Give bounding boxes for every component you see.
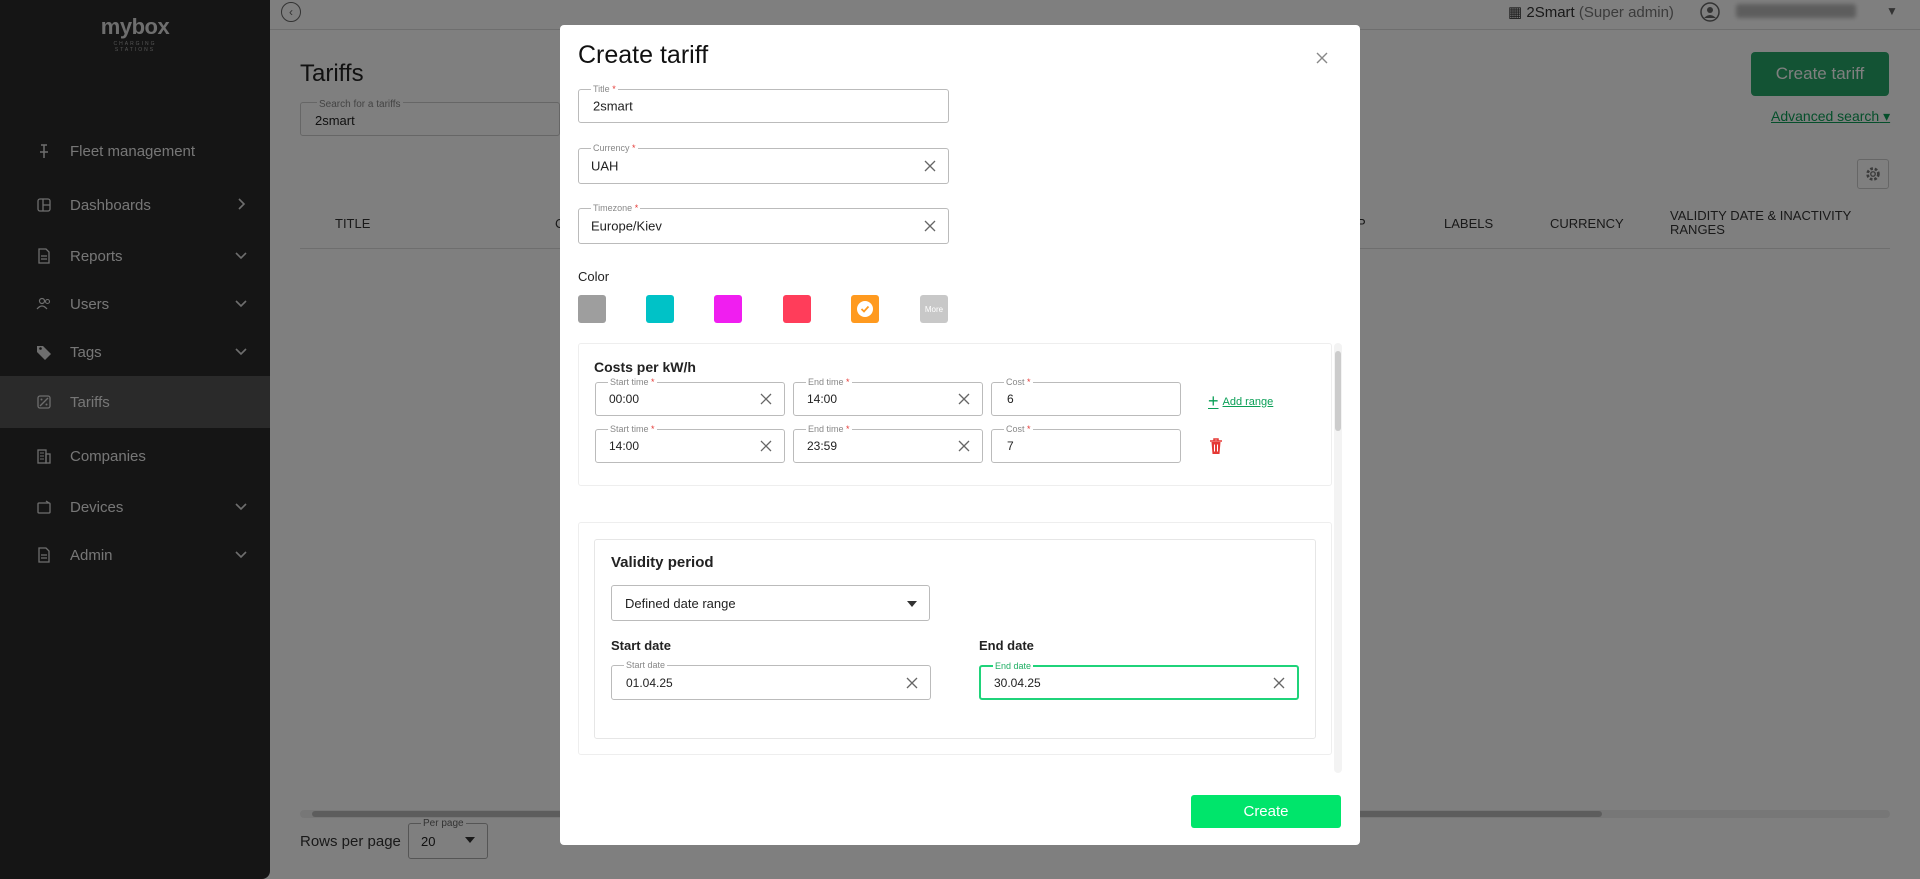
label-text: End time	[808, 377, 844, 387]
end-date-field[interactable]: End date 30.04.25	[979, 661, 1299, 700]
dialog-title: Create tariff	[578, 41, 709, 69]
cost-field[interactable]: Cost * 7	[991, 424, 1181, 463]
color-swatch-orange-selected[interactable]	[851, 295, 879, 323]
label-text: Start time	[610, 424, 649, 434]
cost-label: Cost *	[1004, 424, 1033, 434]
title-field[interactable]: Title * 2smart	[578, 84, 949, 123]
timezone-label-text: Timezone	[593, 203, 633, 213]
currency-field[interactable]: Currency * UAH	[578, 143, 949, 184]
add-range-link[interactable]: + Add range	[1208, 391, 1273, 412]
title-label-text: Title	[593, 84, 610, 94]
check-icon	[857, 301, 873, 317]
currency-label-text: Currency	[593, 143, 630, 153]
label-text: Start time	[610, 377, 649, 387]
currency-field-label: Currency *	[591, 143, 638, 153]
plus-icon: +	[1208, 391, 1219, 411]
end-time-field[interactable]: End time * 23:59	[793, 424, 983, 463]
clear-icon[interactable]	[760, 440, 772, 452]
validity-mode-value: Defined date range	[625, 596, 736, 611]
end-time-label: End time *	[806, 377, 852, 387]
start-time-value: 14:00	[609, 439, 640, 453]
create-button[interactable]: Create	[1191, 795, 1341, 828]
required-marker: *	[846, 377, 850, 387]
required-marker: *	[612, 84, 616, 94]
required-marker: *	[846, 424, 850, 434]
clear-icon[interactable]	[924, 160, 936, 172]
end-date-value: 30.04.25	[994, 675, 1041, 690]
cost-field[interactable]: Cost * 6	[991, 377, 1181, 416]
add-range-label: Add range	[1222, 395, 1274, 408]
label-text: End time	[808, 424, 844, 434]
start-time-field[interactable]: Start time * 14:00	[595, 424, 785, 463]
start-time-value: 00:00	[609, 392, 640, 406]
required-marker: *	[632, 143, 636, 153]
close-icon[interactable]	[1315, 51, 1329, 65]
cost-value: 6	[1007, 392, 1014, 406]
end-date-heading: End date	[979, 638, 1034, 653]
required-marker: *	[1027, 424, 1031, 434]
end-time-value: 14:00	[807, 392, 838, 406]
color-swatch-gray[interactable]	[578, 295, 606, 323]
timezone-field[interactable]: Timezone * Europe/Kiev	[578, 203, 949, 244]
required-marker: *	[651, 424, 655, 434]
start-date-label: Start date	[624, 660, 668, 670]
more-colors-button[interactable]: More	[920, 295, 948, 323]
currency-field-value: UAH	[591, 158, 619, 174]
timezone-field-label: Timezone *	[591, 203, 641, 213]
label-text: Cost	[1006, 377, 1025, 387]
costs-title: Costs per kW/h	[594, 359, 696, 375]
color-swatch-red[interactable]	[783, 295, 811, 323]
create-tariff-dialog: Create tariff Title * 2smart Currency * …	[560, 25, 1360, 845]
trash-icon[interactable]	[1208, 437, 1224, 455]
title-field-label: Title *	[591, 84, 618, 94]
clear-icon[interactable]	[1273, 677, 1285, 689]
label-text: Cost	[1006, 424, 1025, 434]
clear-icon[interactable]	[924, 220, 936, 232]
caret-down-icon	[907, 601, 917, 607]
color-label: Color	[578, 269, 610, 284]
required-marker: *	[634, 203, 639, 213]
clear-icon[interactable]	[906, 677, 918, 689]
start-time-label: Start time *	[608, 424, 657, 434]
end-time-field[interactable]: End time * 14:00	[793, 377, 983, 416]
color-swatch-teal[interactable]	[646, 295, 674, 323]
cost-value: 7	[1007, 439, 1014, 453]
color-swatch-magenta[interactable]	[714, 295, 742, 323]
scrollbar-thumb[interactable]	[1335, 351, 1341, 431]
timezone-field-value: Europe/Kiev	[591, 218, 662, 234]
required-marker: *	[651, 377, 655, 387]
start-time-label: Start time *	[608, 377, 657, 387]
start-date-field[interactable]: Start date 01.04.25	[611, 660, 931, 700]
end-date-label: End date	[993, 661, 1034, 671]
start-date-heading: Start date	[611, 638, 671, 653]
required-marker: *	[1027, 377, 1031, 387]
clear-icon[interactable]	[958, 440, 970, 452]
start-time-field[interactable]: Start time * 00:00	[595, 377, 785, 416]
dialog-scrollbar[interactable]	[1334, 343, 1342, 773]
clear-icon[interactable]	[760, 393, 772, 405]
app-root: ‹ ▦ 2Smart (Super admin) ▼ Tariffs Searc…	[0, 0, 1920, 879]
end-time-value: 23:59	[807, 439, 838, 453]
validity-mode-select[interactable]: Defined date range	[611, 585, 930, 621]
title-field-value: 2smart	[593, 98, 633, 114]
clear-icon[interactable]	[958, 393, 970, 405]
cost-label: Cost *	[1004, 377, 1033, 387]
validity-title: Validity period	[611, 554, 714, 571]
end-time-label: End time *	[806, 424, 852, 434]
start-date-value: 01.04.25	[626, 675, 673, 690]
